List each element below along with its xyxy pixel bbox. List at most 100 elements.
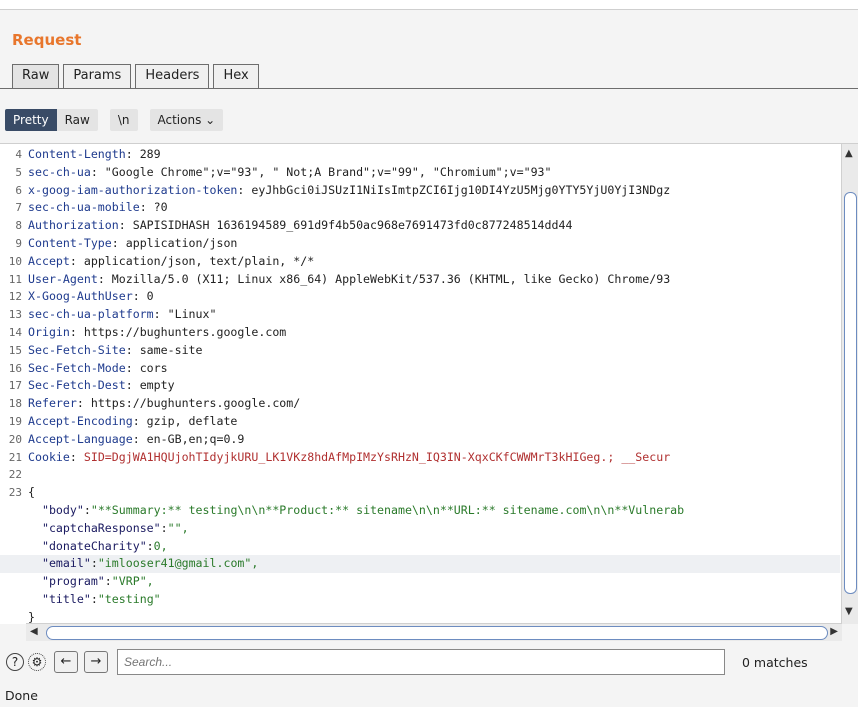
- header-value: https://bughunters.google.com: [76, 324, 287, 339]
- json-colon: :: [146, 538, 154, 553]
- line-number: 19: [8, 414, 22, 428]
- header-line: 10 Accept: application/json, text/plain, …: [0, 253, 840, 271]
- header-value: en-GB,en;q=0.9: [139, 431, 245, 446]
- header-value: same-site: [132, 342, 203, 357]
- line-number: 14: [8, 325, 22, 339]
- header-line: 13 sec-ch-ua-platform: "Linux": [0, 306, 840, 324]
- json-colon: :: [90, 556, 98, 571]
- line-number: 11: [8, 272, 22, 286]
- header-value: 289: [132, 147, 161, 161]
- line-number: 12: [8, 290, 22, 304]
- header-separator: :: [69, 253, 77, 268]
- panel-title: Request: [12, 31, 82, 49]
- header-value: ?0: [146, 200, 168, 215]
- header-value: empty: [132, 378, 175, 393]
- header-separator: :: [132, 289, 140, 304]
- header-line: 16 Sec-Fetch-Mode: cors: [0, 360, 840, 378]
- header-separator: :: [125, 378, 133, 393]
- json-open-line: 23 {: [0, 484, 840, 502]
- cookie-line: 21 Cookie: SID=DgjWA1HQUjohTIdyjkURU_LK1V…: [0, 449, 840, 467]
- horizontal-scroll-thumb[interactable]: [46, 626, 828, 640]
- scroll-right-icon[interactable]: ▶: [830, 626, 838, 637]
- tab-params[interactable]: Params: [63, 64, 132, 88]
- header-separator: :: [125, 360, 133, 375]
- vertical-scroll-thumb[interactable]: [844, 192, 857, 594]
- help-icon[interactable]: ?: [6, 653, 24, 671]
- vertical-scrollbar[interactable]: ▲ ▼: [841, 144, 858, 624]
- header-name: Content-Type: [28, 235, 112, 250]
- header-line: 8 Authorization: SAPISIDHASH 1636194589_6…: [0, 217, 840, 235]
- scroll-up-icon[interactable]: ▲: [845, 148, 853, 159]
- header-value: https://bughunters.google.com/: [83, 396, 301, 411]
- header-name: sec-ch-ua-mobile: [28, 200, 140, 215]
- search-bar: ? ⚙ ← → 0 matches: [0, 645, 858, 679]
- tab-hex[interactable]: Hex: [213, 64, 259, 88]
- header-name: Sec-Fetch-Mode: [28, 360, 126, 375]
- header-value: eyJhbGci0iJSUzI1NiIsImtpZCI6Ijg10DI4YzU5…: [244, 182, 671, 197]
- json-colon: :: [90, 591, 98, 606]
- line-number: 5: [15, 165, 22, 179]
- json-line: "title":"testing": [0, 591, 840, 609]
- match-count: 0 matches: [742, 654, 808, 670]
- tab-headers[interactable]: Headers: [135, 64, 210, 88]
- header-value: "Linux": [160, 307, 217, 322]
- header-separator: :: [69, 449, 77, 464]
- newline-toggle-button[interactable]: \n: [109, 109, 138, 131]
- header-separator: :: [76, 396, 84, 411]
- next-match-button[interactable]: →: [84, 651, 108, 673]
- json-brace: }: [28, 609, 35, 624]
- json-line: "body":"**Summary:** testing\n\n**Produc…: [0, 502, 840, 520]
- json-line: "program":"VRP",: [0, 573, 840, 591]
- header-separator: :: [69, 324, 77, 339]
- pretty-button[interactable]: Pretty: [5, 109, 57, 131]
- header-separator: :: [125, 342, 133, 357]
- header-name: Cookie: [28, 449, 70, 464]
- header-name: sec-ch-ua-platform: [28, 307, 154, 322]
- json-line: "email":"imlooser41@gmail.com",: [0, 555, 840, 574]
- header-value: SAPISIDHASH 1636194589_691d9f4b50ac968e7…: [125, 218, 573, 233]
- header-value: gzip, deflate: [139, 413, 238, 428]
- header-name: Content-Length: [28, 147, 126, 161]
- editor-toolbar: Pretty Raw \n Actions ⌄: [5, 109, 233, 131]
- header-name: x-goog-iam-authorization-token: [28, 182, 238, 197]
- line-number: 21: [8, 450, 22, 464]
- line-number: 22: [8, 468, 22, 482]
- horizontal-scrollbar[interactable]: ◀ ▶: [26, 623, 842, 641]
- scroll-down-icon[interactable]: ▼: [845, 606, 853, 617]
- request-tabs: Raw Params Headers Hex: [12, 64, 263, 88]
- header-line: 14 Origin: https://bughunters.google.com: [0, 324, 840, 342]
- header-separator: :: [132, 413, 140, 428]
- json-value: 0,: [153, 538, 168, 553]
- json-line: "donateCharity":0,: [0, 538, 840, 556]
- search-input[interactable]: [117, 649, 725, 675]
- header-separator: :: [125, 147, 133, 161]
- header-name: User-Agent: [28, 271, 98, 286]
- json-colon: :: [104, 574, 112, 589]
- header-line: 18 Referer: https://bughunters.google.com…: [0, 395, 840, 413]
- line-number: 13: [8, 308, 22, 322]
- raw-button[interactable]: Raw: [56, 109, 98, 131]
- request-editor[interactable]: 4 Content-Length: 289 5 sec-ch-ua: "Google …: [0, 143, 858, 624]
- json-key: "program": [41, 574, 105, 589]
- code-lines: 4 Content-Length: 289 5 sec-ch-ua: "Google …: [0, 146, 840, 627]
- actions-button[interactable]: Actions ⌄: [149, 109, 224, 131]
- header-separator: :: [97, 271, 105, 286]
- header-name: Origin: [28, 324, 70, 339]
- previous-match-button[interactable]: ←: [54, 651, 78, 673]
- settings-gear-icon[interactable]: ⚙: [28, 653, 46, 671]
- tab-raw[interactable]: Raw: [12, 64, 60, 88]
- line-number: 15: [8, 343, 22, 357]
- line-number: 6: [15, 183, 22, 197]
- header-line: 17 Sec-Fetch-Dest: empty: [0, 377, 840, 395]
- header-value: cors: [132, 360, 168, 375]
- scroll-left-icon[interactable]: ◀: [30, 626, 38, 637]
- header-separator: :: [153, 307, 161, 322]
- json-value: "**Summary:** testing\n\n**Product:** si…: [90, 502, 685, 517]
- header-value: application/json: [118, 235, 238, 250]
- header-separator: :: [132, 431, 140, 446]
- header-separator: :: [139, 200, 147, 215]
- header-line: 20 Accept-Language: en-GB,en;q=0.9: [0, 431, 840, 449]
